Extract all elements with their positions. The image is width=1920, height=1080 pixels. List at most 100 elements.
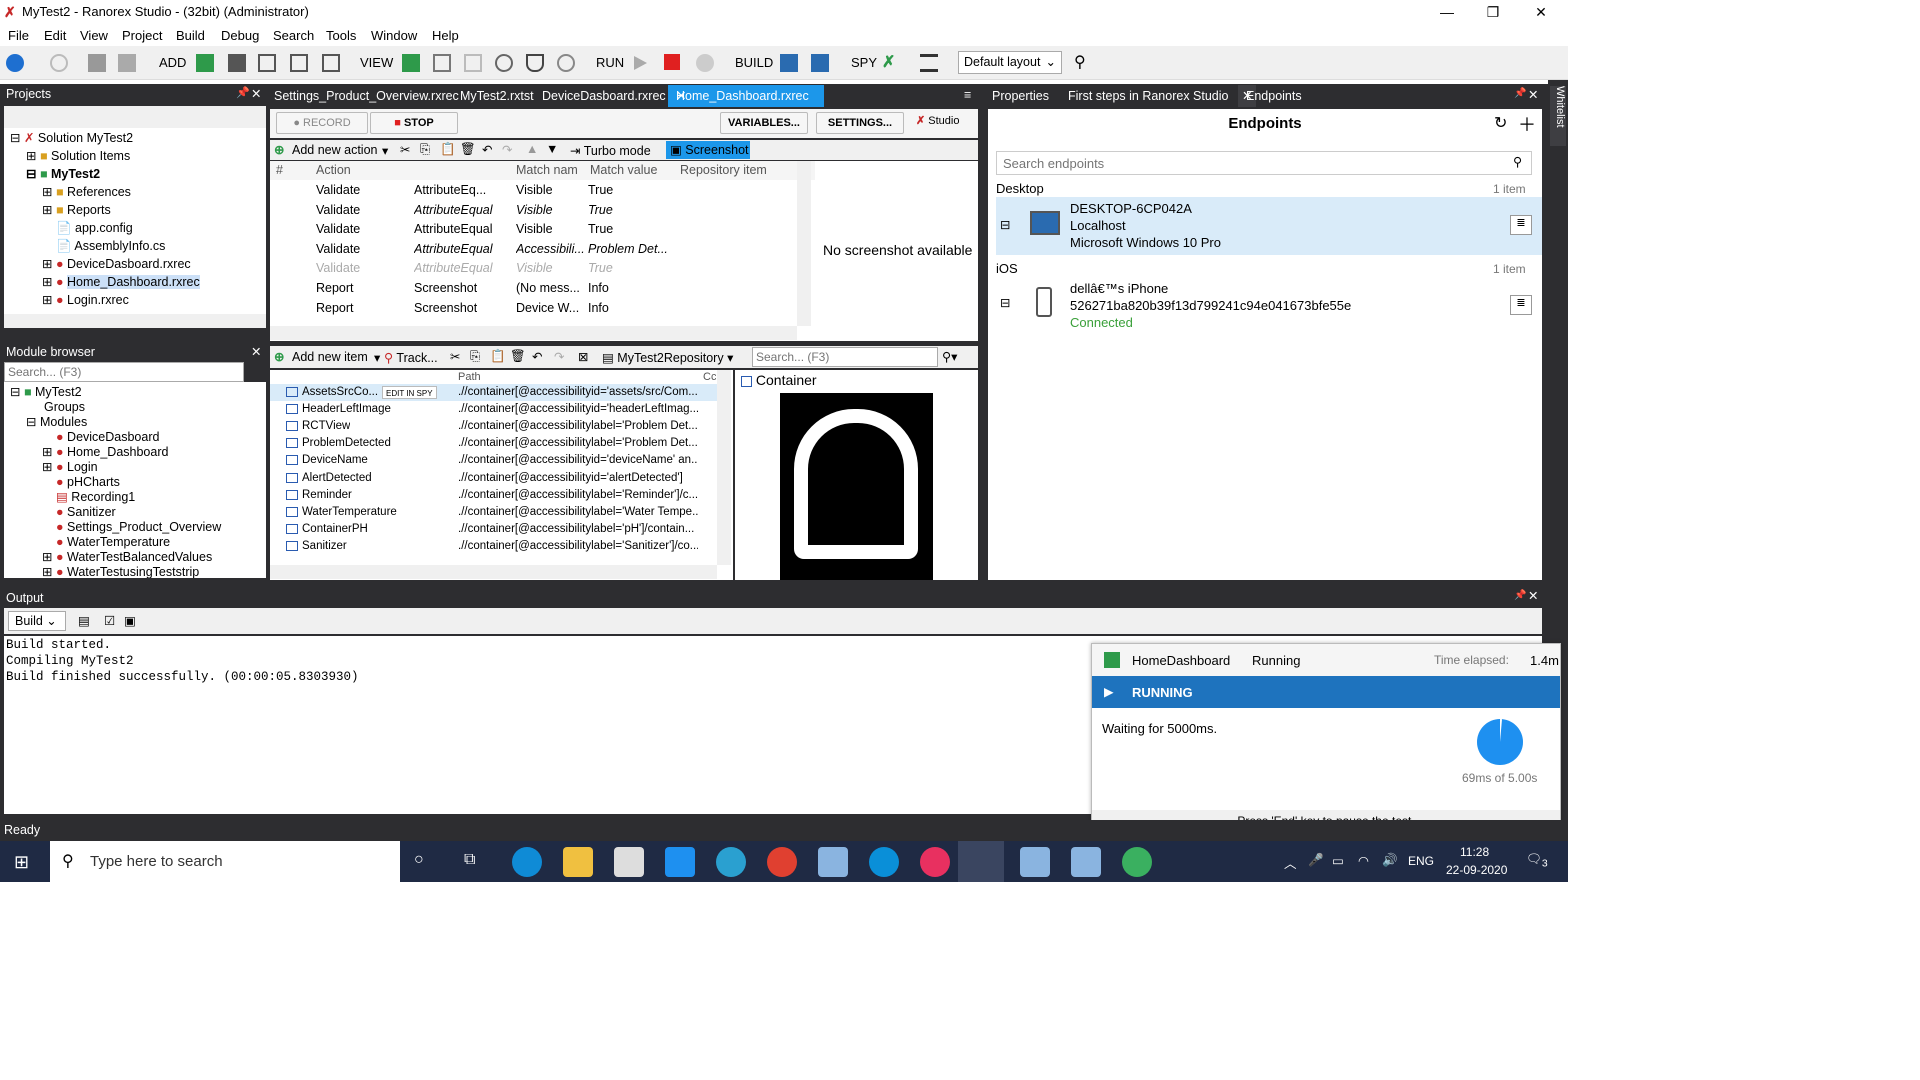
tab-overflow-icon[interactable]: ≡ — [964, 88, 971, 102]
repository-selector[interactable]: ▤ MyTest2Repository ▾ — [602, 350, 733, 365]
language-indicator[interactable]: ENG — [1408, 854, 1434, 868]
add-icon[interactable]: ⊕ — [274, 349, 284, 364]
build-icon[interactable] — [780, 54, 798, 72]
menu-build[interactable]: Build — [176, 28, 205, 43]
menu-tools[interactable]: Tools — [326, 28, 356, 43]
table-row[interactable]: ☑ [4]ValidateAttributeEqualAccessibili..… — [270, 240, 797, 259]
spy-button[interactable]: SPY — [851, 55, 877, 70]
add-new-action-button[interactable]: Add new action — [292, 143, 377, 157]
output-source-dropdown[interactable]: Build ⌄ — [8, 611, 66, 631]
pin-icon[interactable]: 📌 — [1514, 88, 1526, 99]
menu-window[interactable]: Window — [371, 28, 417, 43]
rebuild-icon[interactable] — [811, 54, 829, 72]
list-item[interactable]: ⊞ ● Login.rxrec — [42, 291, 129, 309]
table-row[interactable]: ProblemDetected .//container[@accessibili… — [270, 435, 717, 452]
view-recording-icon[interactable] — [433, 54, 451, 72]
view-button[interactable]: VIEW — [360, 55, 393, 70]
add-new-item-button[interactable]: Add new item — [292, 350, 368, 364]
app-icon[interactable] — [1071, 847, 1101, 877]
cut-icon[interactable]: ✂ — [400, 142, 410, 157]
copy-icon[interactable]: ⎘ — [420, 142, 430, 157]
add-code-icon[interactable] — [258, 54, 276, 72]
view-code-icon[interactable] — [464, 54, 482, 72]
table-row[interactable]: ☑ 3ValidateAttributeEqualVisibleTrueAsse… — [270, 220, 797, 239]
module-search-input[interactable] — [4, 362, 244, 382]
edit-in-spy-button[interactable]: EDIT IN SPY — [382, 386, 437, 399]
table-row[interactable]: Sanitizer .//container[@accessibilitylabe… — [270, 538, 717, 555]
endpoint-menu-icon[interactable]: ≣ — [1510, 215, 1532, 235]
run-button[interactable]: RUN — [596, 55, 624, 70]
save-icon[interactable] — [88, 54, 106, 72]
notification-icon[interactable]: 🗨3 — [1526, 852, 1548, 870]
menu-search[interactable]: Search — [273, 28, 314, 43]
close-icon[interactable]: ✕ — [251, 86, 261, 101]
dropdown-arrow-icon[interactable]: ▾ — [382, 143, 388, 158]
close-button[interactable]: ✕ — [1518, 0, 1564, 24]
view-folder-icon[interactable] — [402, 54, 420, 72]
battery-icon[interactable]: ▭ — [1332, 853, 1344, 868]
wifi-icon[interactable]: ◠ — [1358, 853, 1369, 868]
file-explorer-icon[interactable] — [563, 847, 593, 877]
taskbar-search[interactable]: ⚲ Type here to search — [50, 841, 400, 882]
undo-icon[interactable]: ↶ — [482, 142, 492, 157]
table-row[interactable]: RCTView .//container[@accessibilitylabel=… — [270, 418, 717, 435]
clear-icon[interactable]: ▤ — [78, 613, 90, 628]
back-icon[interactable] — [6, 54, 24, 72]
table-row[interactable]: ☑ [2]ValidateAttributeEqualVisibleTrueBe… — [270, 201, 797, 220]
whitelist-tab[interactable]: Whitelist — [1550, 86, 1566, 146]
add-item-icon[interactable] — [290, 54, 308, 72]
record-button[interactable]: ● RECORD — [276, 112, 368, 134]
ranorex-taskbar-icon[interactable] — [958, 841, 1004, 882]
chrome-icon[interactable] — [767, 847, 797, 877]
track-button[interactable]: ⚲ Track... — [384, 350, 438, 365]
menu-help[interactable]: Help — [432, 28, 459, 43]
windows-start-icon[interactable]: ⊞ — [14, 852, 29, 873]
close-icon[interactable]: ✕ — [251, 344, 261, 359]
save-all-icon[interactable] — [118, 54, 136, 72]
horizontal-scrollbar[interactable] — [270, 326, 797, 340]
list-item[interactable]: ⊞ ● WaterTestusingTeststrip — [42, 563, 199, 578]
search-icon[interactable]: ⚲ — [1074, 52, 1086, 72]
menu-debug[interactable]: Debug — [221, 28, 259, 43]
add-endpoint-icon[interactable]: ＋ — [1518, 111, 1536, 137]
close-icon[interactable]: ✕ — [1528, 87, 1538, 102]
vertical-scrollbar[interactable] — [797, 161, 811, 326]
pin-icon[interactable]: 📌 — [236, 86, 250, 99]
horizontal-scrollbar[interactable] — [4, 314, 266, 328]
table-row[interactable]: Reminder .//container[@accessibilitylabel… — [270, 487, 717, 504]
tab-devicedasboard[interactable]: DeviceDasboard.rxrec — [538, 85, 670, 107]
clean-icon[interactable]: ⊠ — [578, 349, 588, 364]
search-options-icon[interactable]: ⚲▾ — [942, 349, 957, 364]
minimize-button[interactable]: — — [1424, 0, 1470, 24]
play-icon[interactable] — [634, 56, 647, 70]
layers-icon[interactable] — [557, 54, 575, 72]
studio-button[interactable]: ✗ Studio — [916, 114, 959, 127]
list-item[interactable]: ⊟ ✗ Solution MyTest2 — [10, 129, 133, 147]
table-row[interactable]: ☑ [5]ValidateAttributeEqualVisibleTrueEv… — [270, 259, 797, 278]
debug-icon[interactable] — [696, 54, 714, 72]
paste-icon[interactable]: 📋 — [440, 142, 456, 157]
list-item[interactable]: ⊞ ■ Reports — [42, 201, 111, 219]
add-button[interactable]: ADD — [159, 55, 186, 70]
tab-first-steps[interactable]: First steps in Ranorex Studio — [1064, 85, 1233, 107]
forward-icon[interactable] — [50, 54, 68, 72]
redo-icon[interactable]: ↷ — [502, 142, 512, 157]
endpoint-search-input[interactable] — [996, 151, 1532, 175]
list-item[interactable]: ⊞ ■ Solution Items — [26, 147, 130, 165]
restore-button[interactable]: ❐ — [1470, 0, 1516, 24]
tray-chevron-icon[interactable]: ︿ — [1284, 853, 1297, 872]
tab-mytest2[interactable]: MyTest2.rxtst — [456, 85, 538, 107]
list-item[interactable]: ⊞ ■ References — [42, 183, 131, 201]
undo-icon[interactable]: ↶ — [532, 349, 542, 364]
redo-icon[interactable]: ↷ — [554, 349, 564, 364]
wrap-icon[interactable]: ▣ — [124, 613, 136, 628]
table-row[interactable]: DeviceName .//container[@accessibilityid=… — [270, 452, 717, 469]
app-icon[interactable] — [1122, 847, 1152, 877]
move-up-icon[interactable]: ▲ — [526, 142, 538, 156]
stop-icon[interactable] — [664, 54, 680, 70]
move-down-icon[interactable]: ▼ — [546, 142, 558, 156]
itunes-icon[interactable] — [920, 847, 950, 877]
paste-icon[interactable]: 📋 — [490, 349, 506, 364]
clock-time[interactable]: 11:28 — [1460, 845, 1489, 859]
variables-button[interactable]: VARIABLES... — [720, 112, 808, 134]
